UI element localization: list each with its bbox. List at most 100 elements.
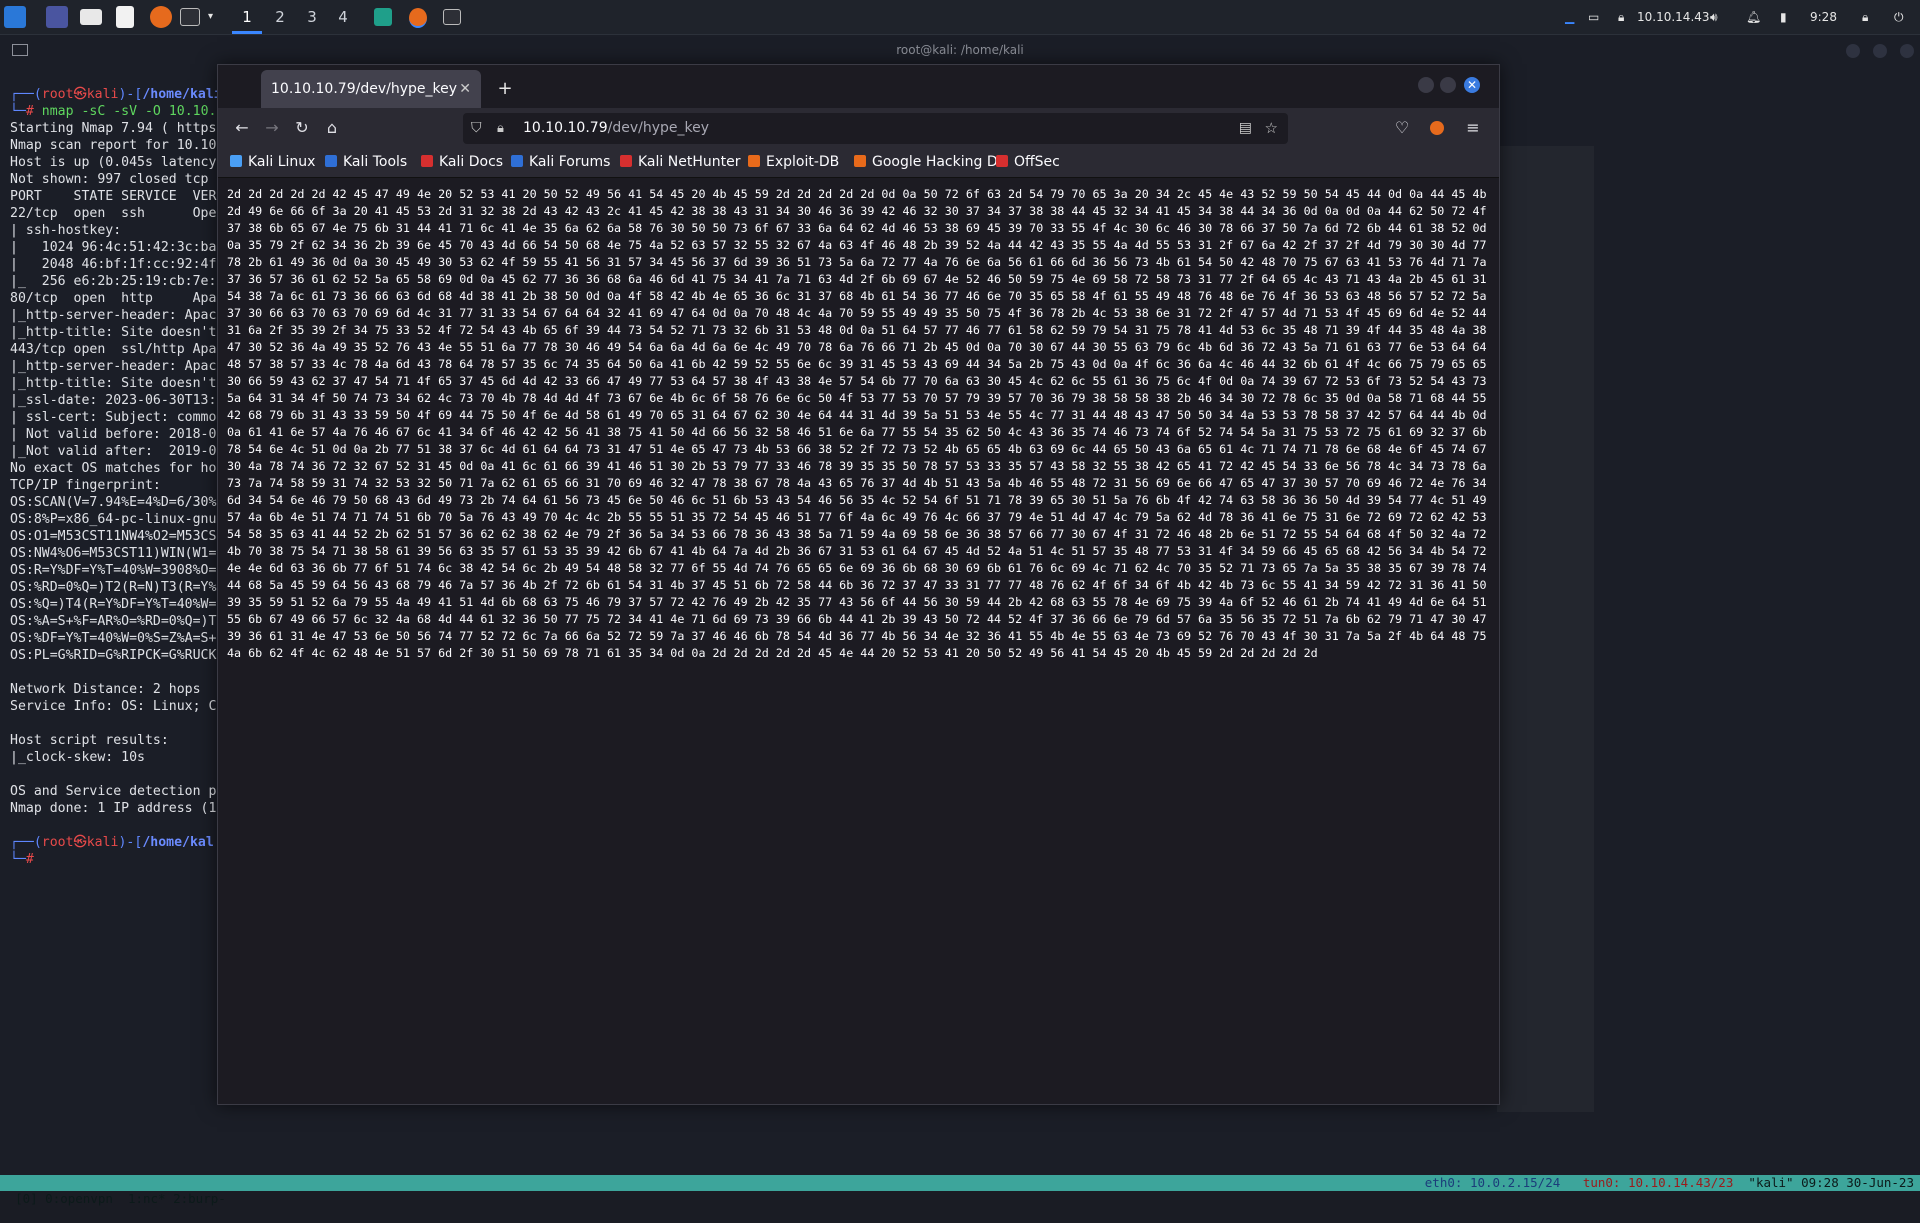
tmux-host-clock: "kali" 09:28 30-Jun-23 [1748,1175,1914,1190]
firefox-icon[interactable] [150,6,172,28]
terminal-line: |_Not valid after: 2019-0 [10,444,217,459]
bookmark-label: Kali Forums [529,154,611,170]
terminal-window-icon [12,44,28,56]
navigation-toolbar: ← → ↻ ⌂ ⛉ 🔒︎ 10.10.10.79/dev/hype_key ▤ … [218,108,1499,148]
bookmark-favicon-icon [511,155,523,167]
workspace-4[interactable]: 4 [328,0,358,34]
terminal-line: OS and Service detection p [10,784,217,799]
bookmark-favicon-icon [325,155,337,167]
terminal-icon[interactable] [180,8,200,26]
hex-key-text: 2d 2d 2d 2d 2d 42 45 47 49 4e 20 52 53 4… [227,187,1487,660]
terminal-line: | 2048 46:bf:1f:cc:92:4f [10,257,217,272]
terminal-line: OS:%A=S+%F=AR%O=%RD=0%Q=)T [10,614,217,629]
back-button[interactable]: ← [230,116,254,140]
terminal-line: └─# [10,852,34,867]
volume-icon[interactable]: 🔊︎ [1710,0,1718,34]
bookmark-kali-docs[interactable]: Kali Docs [421,148,503,177]
file-manager-icon[interactable] [80,9,102,25]
bookmark-favicon-icon [421,155,433,167]
notification-bell-icon[interactable]: 🔔︎ [1746,0,1761,34]
terminal-line: Host script results: [10,733,169,748]
terminal-line: |_ssl-date: 2023-06-30T13: [10,393,217,408]
terminal-line: OS:PL=G%RID=G%RIPCK=G%RUCK [10,648,217,663]
bookmark-kali-linux[interactable]: Kali Linux [230,148,315,177]
tab-hype-key[interactable]: 10.10.10.79/dev/hype_key ✕ [261,70,481,108]
bookmark-label: Kali Docs [439,154,504,170]
terminal-line: OS:SCAN(V=7.94%E=4%D=6/30% [10,495,217,510]
show-desktop-icon[interactable] [46,6,68,28]
cpu-graph-icon: ▁ [1565,10,1575,24]
tun0-address: 10.10.14.43/23 [1628,1175,1734,1190]
reader-view-icon[interactable]: ▤ [1239,113,1252,144]
tracking-shield-icon[interactable]: ⛉ [471,113,482,144]
bookmark-kali-tools[interactable]: Kali Tools [325,148,407,177]
taskbar-terminal-icon[interactable] [443,9,461,25]
url-bar[interactable]: ⛉ 🔒︎ 10.10.10.79/dev/hype_key ▤ ☆ [463,113,1288,144]
terminal-window-controls[interactable] [1846,43,1916,59]
terminal-line: 22/tcp open ssh Ope [10,206,217,221]
site-info-lock-icon[interactable]: 🔒︎ [497,113,504,144]
minimize-button[interactable] [1418,77,1434,93]
new-tab-button[interactable]: + [494,70,516,108]
pocket-icon[interactable]: ♡ [1390,116,1414,140]
terminal-line: Nmap scan report for 10.10 [10,138,217,153]
home-button[interactable]: ⌂ [320,116,344,140]
bookmark-kali-forums[interactable]: Kali Forums [511,148,610,177]
terminal-line: Host is up (0.045s latency [10,155,217,170]
maximize-button[interactable] [1440,77,1456,93]
firefox-window[interactable]: 10.10.10.79/dev/hype_key ✕ + ✕ ← → ↻ ⌂ ⛉… [217,64,1500,1105]
terminal-line: | Not valid before: 2018-0 [10,427,217,442]
taskbar-app-icon[interactable] [374,8,392,26]
terminal-line: └─# nmap -sC -sV -O 10.10. [10,104,217,119]
terminal-line: ┌──(root㉿kali)-[/home/kali] [10,87,230,102]
workspace-1[interactable]: 1 [232,0,262,34]
workspace-3[interactable]: 3 [297,0,327,34]
close-window-button[interactable]: ✕ [1464,77,1480,93]
vpn-lock-icon: 🔒︎ [1618,10,1625,24]
bookmark-star-icon[interactable]: ☆ [1265,113,1278,144]
terminal-line: | 1024 96:4c:51:42:3c:ba [10,240,217,255]
bookmark-favicon-icon [996,155,1008,167]
terminal-line: OS:%Q=)T4(R=Y%DF=Y%T=40%W= [10,597,217,612]
display-icon[interactable]: ▭ [1588,0,1599,34]
workspace-2[interactable]: 2 [265,0,295,34]
terminal-line: 443/tcp open ssl/http Apa [10,342,217,357]
forward-button[interactable]: → [260,116,284,140]
bookmark-label: Kali NetHunter [638,154,741,170]
bookmark-label: Exploit-DB [766,154,840,170]
battery-icon: ▮ [1780,10,1787,24]
terminal-output: ┌──(root㉿kali)-[/home/kali] └─# nmap -sC … [10,86,230,868]
terminal-line: OS:%RD=0%Q=)T2(R=N)T3(R=Y% [10,580,217,595]
terminal-line: Service Info: OS: Linux; C [10,699,217,714]
terminal-line: |_http-server-header: Apac [10,359,217,374]
lock-screen-icon[interactable]: 🔒︎ [1862,0,1868,34]
terminal-line: |_http-title: Site doesn't [10,376,217,391]
terminal-line: Nmap done: 1 IP address (1 [10,801,217,816]
terminal-line: OS:NW4%O6=M53CST11)WIN(W1= [10,546,217,561]
power-icon[interactable]: ⏻ [1894,0,1904,34]
kali-menu-icon[interactable] [4,6,26,28]
top-panel: ▾ 1 2 3 4 ▁ ▭ 🔒︎ 10.10.14.43 🔊︎ 🔔︎ ▮ 9:2… [0,0,1920,35]
bookmark-exploit-db[interactable]: Exploit-DB [748,148,839,177]
bookmark-label: Kali Linux [248,154,316,170]
bookmark-offsec[interactable]: OffSec [996,148,1060,177]
bookmark-favicon-icon [230,155,242,167]
taskbar-firefox-icon[interactable] [409,8,427,28]
chevron-down-icon[interactable]: ▾ [208,0,213,34]
extension-icon[interactable] [1425,116,1449,140]
bookmark-kali-nethunter[interactable]: Kali NetHunter [620,148,740,177]
tmux-status-right: eth0: 10.0.2.15/24 tun0: 10.10.14.43/23 … [1424,1175,1914,1190]
close-tab-icon[interactable]: ✕ [459,70,471,108]
bookmark-favicon-icon [854,155,866,167]
clock[interactable]: 9:28 [1810,0,1837,34]
terminal-line: OS:8%P=x86_64-pc-linux-gnu [10,512,217,527]
terminal-line: OS:%DF=Y%T=40%W=0%S=Z%A=S+ [10,631,217,646]
url-text[interactable]: 10.10.10.79/dev/hype_key [523,113,709,144]
text-editor-icon[interactable] [116,6,134,28]
menu-icon[interactable]: ≡ [1461,116,1485,140]
bookmark-google-hacking-db[interactable]: Google Hacking DB [854,148,1007,177]
reload-button[interactable]: ↻ [290,116,314,140]
terminal-line: |_ 256 e6:2b:25:19:cb:7e: [10,274,217,289]
